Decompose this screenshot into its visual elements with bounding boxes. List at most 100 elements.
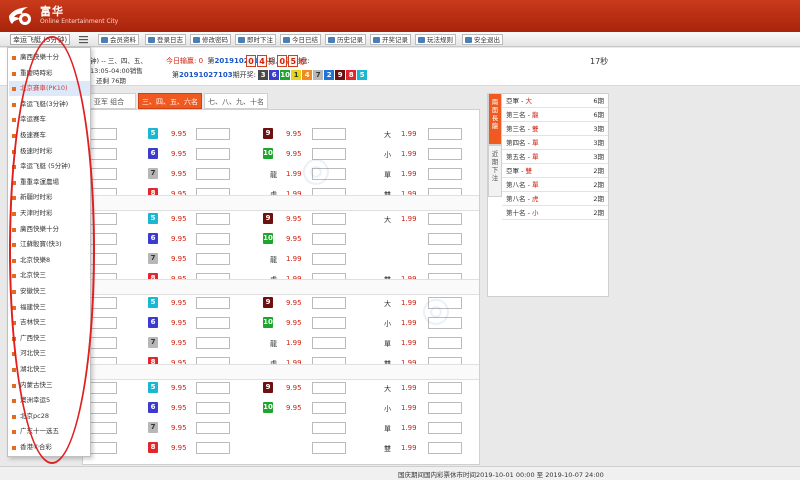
odds-value: 9.95 <box>171 235 187 243</box>
lottery-option[interactable]: 吉林快三 <box>9 315 90 330</box>
logout-button[interactable]: 安全退出 <box>462 34 503 45</box>
bet-input[interactable] <box>196 148 230 160</box>
lottery-option[interactable]: 极速赛车 <box>9 128 90 143</box>
tab-recent-bets[interactable]: 近期下注 <box>488 145 502 197</box>
lottery-option[interactable]: 幸运飞艇(3分钟) <box>9 97 90 112</box>
change-password-button[interactable]: 修改密码 <box>190 34 231 45</box>
bet-input[interactable] <box>196 233 230 245</box>
lottery-option[interactable]: 广西快三 <box>9 331 90 346</box>
lottery-option[interactable]: 福建快三 <box>9 300 90 315</box>
list-icon[interactable] <box>79 35 88 44</box>
lottery-option[interactable]: 香港⑥合彩 <box>9 440 90 455</box>
odds-value: 9.95 <box>171 424 187 432</box>
history-button[interactable]: 历史记录 <box>325 34 366 45</box>
bet-input[interactable] <box>312 128 346 140</box>
lottery-option[interactable]: 北京快三 <box>9 268 90 283</box>
bet-input[interactable] <box>196 337 230 349</box>
draw-ball: 1 <box>291 70 302 80</box>
bet-input[interactable] <box>312 317 346 329</box>
bet-input[interactable] <box>428 337 462 349</box>
rules-button[interactable]: 玩法规则 <box>415 34 456 45</box>
lottery-option[interactable]: 极速时时彩 <box>9 144 90 159</box>
bullet-icon <box>12 446 16 450</box>
bet-input[interactable] <box>428 442 462 454</box>
bet-input[interactable] <box>196 382 230 394</box>
bet-input[interactable] <box>196 422 230 434</box>
bet-input[interactable] <box>428 297 462 309</box>
lottery-option[interactable]: 重慶時時彩 <box>9 66 90 81</box>
app-root: 富华 Online Entertainment City 幸运飞艇 (5分钟) … <box>0 0 800 480</box>
bet-input[interactable] <box>312 168 346 180</box>
tab-long-dragon[interactable]: 兩面長龍 <box>488 93 502 145</box>
bet-input[interactable] <box>428 422 462 434</box>
tab-seventh-to-tenth[interactable]: 七、八、九、十名 <box>204 93 268 109</box>
lottery-option[interactable]: 湖北快三 <box>9 362 90 377</box>
lottery-option[interactable]: 广东十一选五 <box>9 424 90 439</box>
bet-input[interactable] <box>312 402 346 414</box>
bet-input[interactable] <box>428 382 462 394</box>
bet-input[interactable] <box>428 168 462 180</box>
bet-input[interactable] <box>312 148 346 160</box>
tab-third-to-sixth[interactable]: 三、四、五、六名 <box>138 93 202 109</box>
odds-value: 9.95 <box>171 339 187 347</box>
long-dragon-row: 亞軍 - 雙 2期 <box>502 165 608 178</box>
member-info-button[interactable]: 会员资料 <box>98 34 139 45</box>
bet-input[interactable] <box>312 297 346 309</box>
bet-input[interactable] <box>428 213 462 225</box>
lottery-option[interactable]: 幸运飞艇 (5分钟) <box>9 159 90 174</box>
long-dragon-row: 第三名 - 龍 6期 <box>502 109 608 122</box>
size-parity-label: 單 <box>384 171 391 179</box>
bet-input[interactable] <box>196 253 230 265</box>
bet-input[interactable] <box>196 168 230 180</box>
bet-input[interactable] <box>312 233 346 245</box>
lottery-option[interactable]: 河北快三 <box>9 346 90 361</box>
key-icon <box>193 37 200 43</box>
bullet-icon <box>12 305 16 310</box>
odds-value: 1.99 <box>286 170 302 178</box>
bet-input[interactable] <box>312 253 346 265</box>
today-settled-button[interactable]: 今日已结 <box>280 34 321 45</box>
lottery-option[interactable]: 幸运赛车 <box>9 112 90 127</box>
bet-input[interactable] <box>312 422 346 434</box>
bet-input[interactable] <box>312 337 346 349</box>
bet-input[interactable] <box>428 128 462 140</box>
lottery-select[interactable]: 幸运飞艇 (5分钟) <box>10 34 71 45</box>
draw-records-button[interactable]: 开奖记录 <box>370 34 411 45</box>
instant-bet-button[interactable]: 即时下注 <box>235 34 276 45</box>
bet-input[interactable] <box>196 213 230 225</box>
lottery-option[interactable]: 北京賽車(PK10) <box>9 81 90 97</box>
bet-input[interactable] <box>428 148 462 160</box>
lottery-option[interactable]: 澳洲幸运5 <box>9 393 90 408</box>
lottery-option[interactable]: 廣西快樂十分 <box>9 222 90 237</box>
bet-input[interactable] <box>428 233 462 245</box>
odds-value: 9.95 <box>171 299 187 307</box>
draw-ball: 2 <box>324 70 335 80</box>
lottery-option[interactable]: 北京快樂8 <box>9 253 90 268</box>
bet-input[interactable] <box>428 253 462 265</box>
bet-input[interactable] <box>312 213 346 225</box>
lottery-option[interactable]: 廣西快樂十分 <box>9 50 90 65</box>
lottery-option[interactable]: 内蒙古快三 <box>9 378 90 393</box>
logout-icon <box>465 37 472 43</box>
bet-input[interactable] <box>196 297 230 309</box>
odds-value: 9.95 <box>171 444 187 452</box>
bet-input[interactable] <box>428 317 462 329</box>
lottery-option[interactable]: 北京pc28 <box>9 409 90 424</box>
size-parity-label: 雙 <box>384 445 391 453</box>
bet-input[interactable] <box>196 402 230 414</box>
bet-input[interactable] <box>196 128 230 140</box>
bet-input[interactable] <box>196 317 230 329</box>
lottery-option[interactable]: 新疆时时彩 <box>9 190 90 205</box>
lottery-option[interactable]: 江蘇骰寶(快3) <box>9 237 90 252</box>
bet-input[interactable] <box>312 382 346 394</box>
lottery-option[interactable]: 天津时时彩 <box>9 206 90 221</box>
bet-input[interactable] <box>428 402 462 414</box>
bullet-icon <box>12 368 16 372</box>
lottery-option[interactable]: 安徽快三 <box>9 284 90 299</box>
size-parity-label: 大 <box>384 385 391 393</box>
bet-input[interactable] <box>196 442 230 454</box>
login-log-button[interactable]: 登录日志 <box>145 34 186 45</box>
lottery-option[interactable]: 重重幸運農場 <box>9 175 90 190</box>
bet-input[interactable] <box>312 442 346 454</box>
last-draw-period: 20191027103 <box>179 71 233 79</box>
